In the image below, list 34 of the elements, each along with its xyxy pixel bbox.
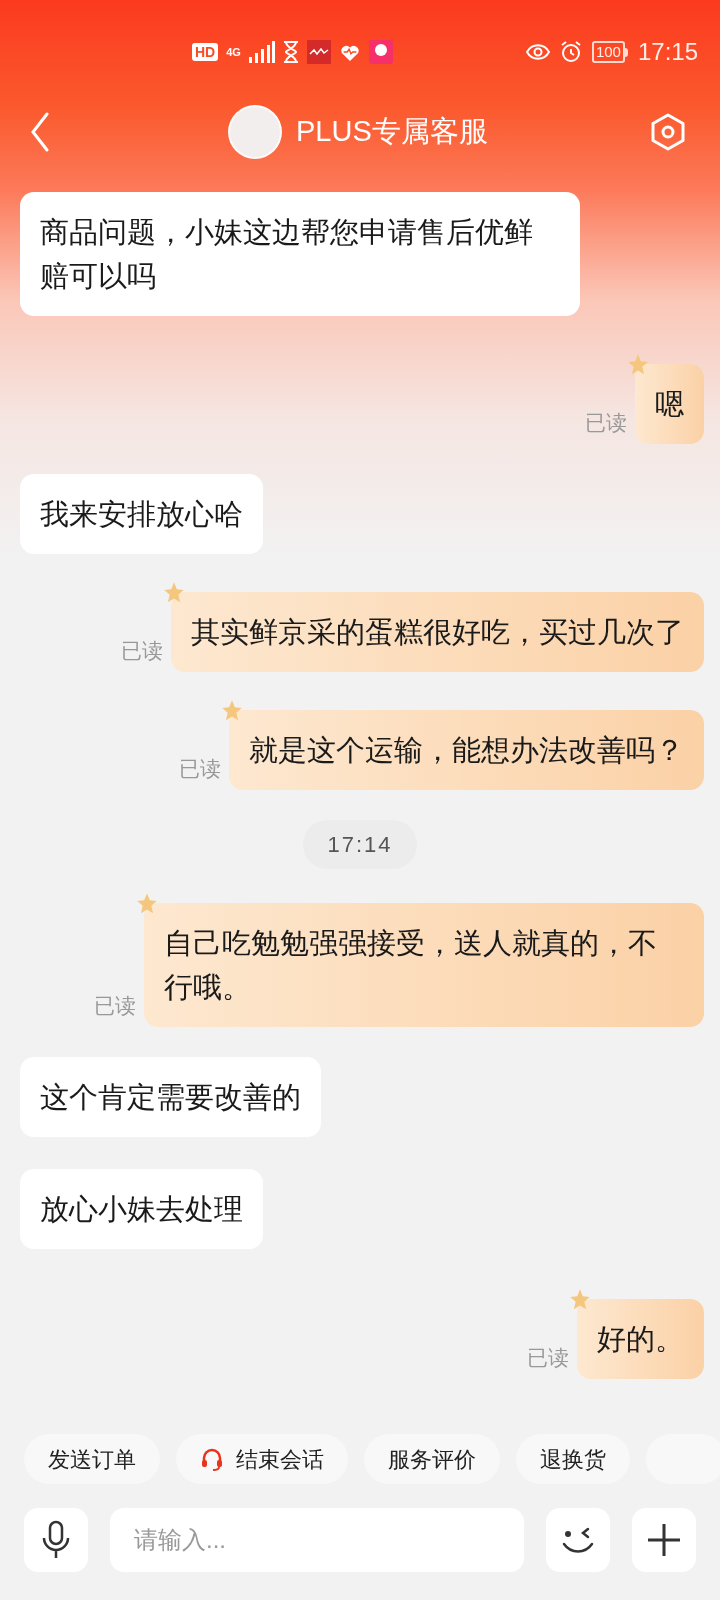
quick-action-chip[interactable]: 结束会话 xyxy=(176,1434,348,1484)
headset-icon xyxy=(200,1447,224,1471)
microphone-icon xyxy=(41,1520,71,1560)
eye-icon xyxy=(525,43,550,61)
emoji-button[interactable] xyxy=(546,1508,610,1572)
message-input[interactable]: 请输入... xyxy=(110,1508,524,1572)
network-label: 4G xyxy=(226,46,241,58)
received-message-bubble: 商品问题，小妹这边帮您申请售后优鲜赔可以吗 xyxy=(20,192,580,316)
signal-icon xyxy=(248,41,275,63)
quick-action-chip[interactable]: 退换货 xyxy=(516,1434,630,1484)
battery-icon: 100 xyxy=(591,41,628,63)
back-icon xyxy=(30,112,50,152)
read-receipt: 已读 xyxy=(585,409,627,436)
alarm-icon xyxy=(559,41,582,63)
hourglass-icon xyxy=(282,41,299,63)
plus-icon xyxy=(646,1522,682,1558)
quick-action-chip[interactable]: 服务评价 xyxy=(364,1434,500,1484)
received-message-bubble: 放心小妹去处理 xyxy=(20,1169,263,1249)
received-message-bubble: 我来安排放心哈 xyxy=(20,474,263,554)
app-icon xyxy=(306,40,331,64)
add-button[interactable] xyxy=(632,1508,696,1572)
timestamp: 17:14 xyxy=(303,820,417,869)
hd-icon: HD xyxy=(192,43,219,61)
received-message-bubble: 这个肯定需要改善的 xyxy=(20,1057,321,1137)
app-icon xyxy=(368,40,393,64)
quick-action-chip[interactable]: 发送订单 xyxy=(24,1434,160,1484)
clock-time: 17:15 xyxy=(637,37,698,67)
read-receipt: 已读 xyxy=(527,1344,569,1371)
read-receipt: 已读 xyxy=(121,637,163,664)
chat-title: PLUS专属客服 xyxy=(296,114,488,150)
avatar xyxy=(228,105,282,159)
read-receipt: 已读 xyxy=(94,992,136,1019)
voice-button[interactable] xyxy=(24,1508,88,1572)
read-receipt: 已读 xyxy=(179,755,221,782)
